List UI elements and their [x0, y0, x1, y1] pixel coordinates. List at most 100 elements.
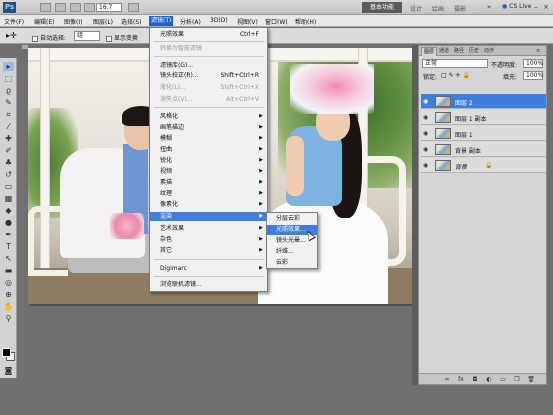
menu-stylize[interactable]: 风格化 ▶: [150, 112, 267, 121]
bridge-icon[interactable]: [40, 3, 51, 12]
link-layers-icon[interactable]: ∞: [443, 376, 451, 383]
new-group-icon[interactable]: ▭: [499, 376, 507, 383]
new-layer-icon[interactable]: ❐: [513, 376, 521, 383]
workspace-painting[interactable]: 绘画: [432, 4, 444, 13]
layer-row[interactable]: ◉ 背景 副本: [421, 142, 546, 157]
visibility-eye-icon[interactable]: ◉: [423, 130, 428, 137]
menu-lens-correction[interactable]: 镜头校正(R)... Shift+Ctrl+R: [150, 71, 267, 80]
visibility-eye-icon[interactable]: ◉: [423, 162, 428, 169]
3d-rotate-icon[interactable]: ◎: [3, 278, 14, 287]
clone-stamp-icon[interactable]: ♣: [3, 158, 14, 167]
extras-icon[interactable]: [70, 3, 81, 12]
menu-texture[interactable]: 纹理 ▶: [150, 189, 267, 198]
layer-row[interactable]: ◉ 背景 🔒: [421, 158, 546, 173]
fill-input[interactable]: 100%: [523, 71, 543, 80]
menu-filter-gallery[interactable]: 滤镜库(G)...: [150, 61, 267, 70]
workspace-photography[interactable]: 摄影: [454, 4, 466, 13]
menu-noise[interactable]: 杂色 ▶: [150, 235, 267, 244]
mini-bridge-icon[interactable]: [55, 3, 66, 12]
zoom-level-icon[interactable]: [84, 3, 95, 12]
cs-live-button[interactable]: CS Live: [502, 3, 531, 10]
menu-image[interactable]: 图像(I): [64, 17, 82, 26]
submenu-clouds[interactable]: 云彩: [267, 258, 317, 268]
tab-paths[interactable]: 路径: [452, 47, 466, 56]
menu-brush-strokes[interactable]: 画笔描边 ▶: [150, 123, 267, 132]
brush-tool-icon[interactable]: ✐: [3, 146, 14, 155]
gradient-tool-icon[interactable]: ▦: [3, 194, 14, 203]
blend-mode-dropdown[interactable]: 正常: [422, 59, 488, 68]
lock-icons[interactable]: □ ✎ ✛ 🔒: [441, 72, 470, 79]
menu-distort[interactable]: 扭曲 ▶: [150, 145, 267, 154]
menu-blur[interactable]: 模糊 ▶: [150, 134, 267, 143]
menu-browse-online[interactable]: 浏览联机滤镜...: [150, 280, 267, 289]
history-brush-icon[interactable]: ↺: [3, 170, 14, 179]
menu-video[interactable]: 视频 ▶: [150, 167, 267, 176]
visibility-eye-icon[interactable]: ◉: [423, 98, 428, 105]
menu-last-filter[interactable]: 光照效果 Ctrl+F: [150, 30, 267, 39]
minimize-icon[interactable]: –: [531, 2, 541, 12]
tab-actions[interactable]: 动作: [482, 47, 496, 56]
submenu-difference-clouds[interactable]: 分层云彩: [267, 214, 317, 224]
crop-tool-icon[interactable]: ⌗: [3, 110, 14, 119]
menu-3d[interactable]: 3D(D): [210, 17, 228, 24]
3d-orbit-icon[interactable]: ⊕: [3, 290, 14, 299]
menu-sharpen[interactable]: 锐化 ▶: [150, 156, 267, 165]
workspace-design[interactable]: 设计: [410, 4, 422, 13]
hand-tool-icon[interactable]: ✋: [3, 302, 14, 311]
delete-layer-icon[interactable]: 🗑: [527, 376, 535, 383]
menu-analysis[interactable]: 分析(A): [180, 17, 201, 26]
menu-window[interactable]: 窗口(W): [265, 17, 288, 26]
menu-file[interactable]: 文件(F): [4, 17, 24, 26]
auto-select-checkbox[interactable]: 自动选择:: [32, 33, 66, 42]
path-select-icon[interactable]: ↖: [3, 254, 14, 263]
move-tool-icon[interactable]: ▸: [3, 62, 14, 71]
eraser-tool-icon[interactable]: ▭: [3, 182, 14, 191]
hand-tool-icon[interactable]: [128, 3, 139, 12]
opacity-input[interactable]: 100%: [523, 59, 543, 68]
healing-brush-icon[interactable]: ✚: [3, 134, 14, 143]
menu-convert-smart-filter[interactable]: 转换为智能滤镜: [150, 44, 267, 53]
menu-liquify[interactable]: 液化(L)... Shift+Ctrl+X: [150, 83, 267, 92]
menu-render[interactable]: 渲染 ▶: [150, 212, 267, 221]
layer-row[interactable]: ◉ 图层 2: [421, 94, 546, 109]
menu-other[interactable]: 其它 ▶: [150, 246, 267, 255]
menu-digimarc[interactable]: Digimarc ▶: [150, 264, 267, 273]
menu-sketch[interactable]: 素描 ▶: [150, 178, 267, 187]
auto-select-dropdown[interactable]: 组: [74, 31, 100, 41]
menu-select[interactable]: 选择(S): [121, 17, 142, 26]
eyedropper-tool-icon[interactable]: ⁄: [3, 122, 14, 131]
foreground-color-swatch[interactable]: [2, 348, 11, 357]
menu-filter[interactable]: 滤镜(T): [149, 16, 174, 26]
tab-history[interactable]: 历史: [467, 47, 481, 56]
menu-pixelate[interactable]: 像素化 ▶: [150, 200, 267, 209]
layer-row[interactable]: ◉ 图层 1 副本: [421, 110, 546, 125]
menu-artistic[interactable]: 艺术效果 ▶: [150, 224, 267, 233]
close-icon[interactable]: ×: [541, 2, 551, 12]
pen-tool-icon[interactable]: ✒: [3, 230, 14, 239]
layer-row[interactable]: ◉ 图层 1: [421, 126, 546, 141]
dodge-tool-icon[interactable]: ●: [3, 218, 14, 227]
marquee-tool-icon[interactable]: ⬚: [3, 74, 14, 83]
type-tool-icon[interactable]: T: [3, 242, 14, 251]
quick-select-tool-icon[interactable]: ✎: [3, 98, 14, 107]
lasso-tool-icon[interactable]: ϱ: [3, 86, 14, 95]
menu-vanishing-point[interactable]: 消失点(V)... Alt+Ctrl+V: [150, 95, 267, 104]
quick-mask-icon[interactable]: ◙: [3, 366, 14, 375]
zoom-input[interactable]: 16.7: [96, 3, 122, 12]
menu-edit[interactable]: 编辑(E): [34, 17, 54, 26]
submenu-fibers[interactable]: 纤维...: [267, 247, 317, 257]
visibility-eye-icon[interactable]: ◉: [423, 114, 428, 121]
adjustment-layer-icon[interactable]: ◐: [485, 376, 493, 383]
zoom-tool-icon[interactable]: ⚲: [3, 314, 14, 323]
move-tool-icon[interactable]: ▸✛: [6, 31, 17, 40]
workspace-basic-button[interactable]: 基本功能: [362, 2, 402, 13]
layer-style-icon[interactable]: fx: [457, 376, 465, 383]
show-transform-checkbox[interactable]: 显示变换: [106, 33, 138, 42]
panel-menu-icon[interactable]: ≡: [534, 47, 542, 56]
blur-tool-icon[interactable]: ◆: [3, 206, 14, 215]
workspace-menu-icon[interactable]: »: [484, 2, 494, 12]
tab-layers[interactable]: 图层: [421, 47, 438, 56]
menu-help[interactable]: 帮助(H): [295, 17, 316, 26]
visibility-eye-icon[interactable]: ◉: [423, 146, 428, 153]
shape-tool-icon[interactable]: ▬: [3, 266, 14, 275]
